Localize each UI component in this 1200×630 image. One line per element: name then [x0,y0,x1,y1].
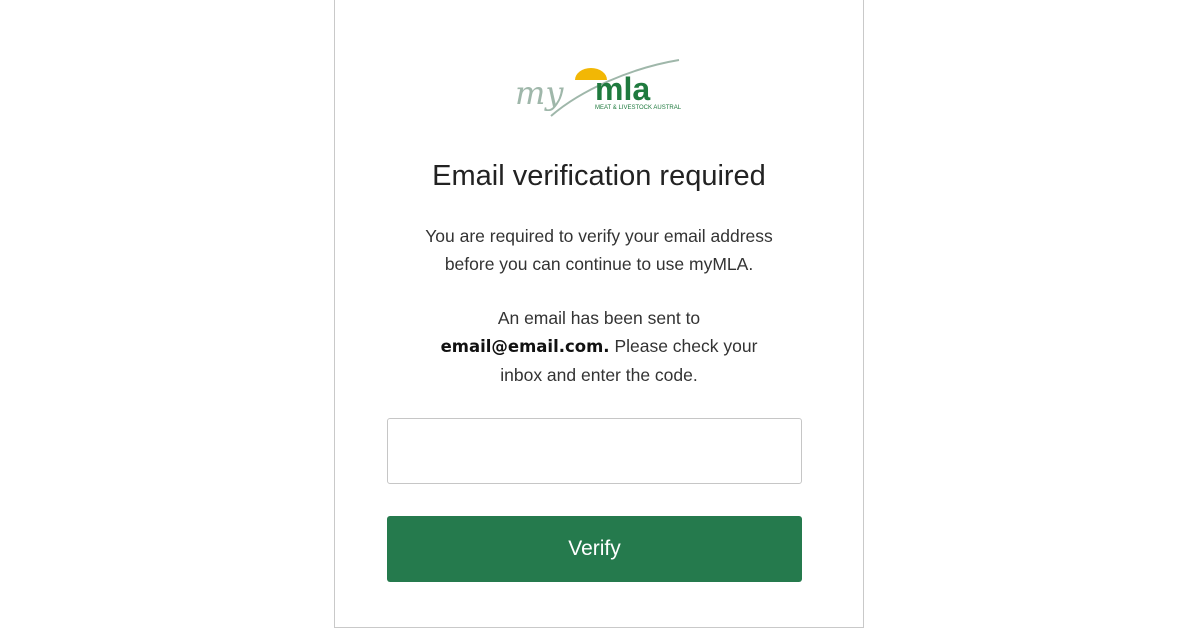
notice-line-2: Please check your [609,336,758,356]
verify-button[interactable]: Verify [387,516,802,582]
svg-text:MEAT & LIVESTOCK AUSTRALIA: MEAT & LIVESTOCK AUSTRALIA [595,105,681,111]
notice-line-3: inbox and enter the code. [500,365,698,385]
mymla-logo: my mla MEAT & LIVESTOCK AUSTRALIA [511,58,681,118]
verification-code-input[interactable] [387,418,802,484]
intro-text: You are required to verify your email ad… [335,222,863,278]
intro-line-2: before you can continue to use myMLA. [444,254,754,274]
verification-card: my mla MEAT & LIVESTOCK AUSTRALIA Email … [334,0,864,628]
page-title: Email verification required [432,160,766,192]
email-address: email@email.com. [440,337,610,356]
intro-line-1: You are required to verify your email ad… [425,226,773,246]
svg-text:my: my [515,74,564,112]
svg-text:mla: mla [595,71,650,107]
notice-text: An email has been sent to email@email.co… [335,304,863,389]
notice-line-1: An email has been sent to [497,308,701,328]
